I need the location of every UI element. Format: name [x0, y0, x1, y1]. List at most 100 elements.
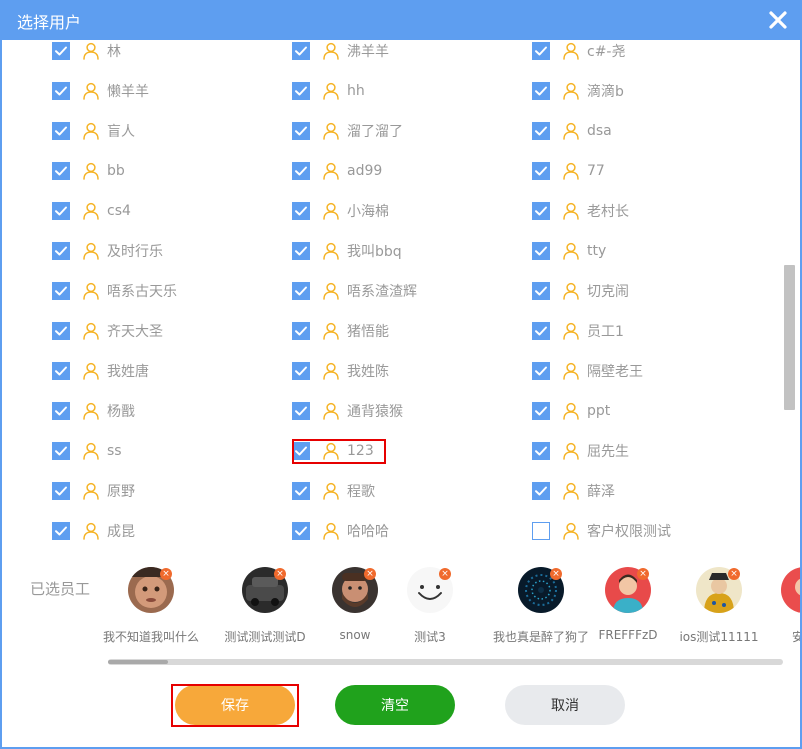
- user-item[interactable]: 林: [52, 40, 121, 63]
- user-checkbox[interactable]: [532, 82, 550, 100]
- user-item[interactable]: 我叫bbq: [292, 239, 402, 263]
- user-checkbox[interactable]: [52, 242, 70, 260]
- user-item[interactable]: 小海棉: [292, 199, 389, 223]
- user-checkbox[interactable]: [292, 122, 310, 140]
- vertical-scrollbar-thumb[interactable]: [784, 265, 795, 410]
- user-item[interactable]: dsa: [532, 119, 612, 143]
- user-name: 杨戬: [107, 404, 135, 420]
- user-checkbox[interactable]: [292, 282, 310, 300]
- user-item[interactable]: 我姓唐: [52, 359, 149, 383]
- clear-button[interactable]: 清空: [335, 685, 455, 725]
- user-checkbox[interactable]: [292, 42, 310, 60]
- user-checkbox[interactable]: [52, 522, 70, 540]
- user-checkbox[interactable]: [52, 162, 70, 180]
- user-checkbox[interactable]: [292, 162, 310, 180]
- user-name: 77: [587, 163, 605, 179]
- user-name: 老村长: [587, 204, 629, 220]
- user-name: ppt: [587, 403, 611, 419]
- user-checkbox[interactable]: [292, 482, 310, 500]
- user-checkbox[interactable]: [292, 322, 310, 340]
- user-item[interactable]: ss: [52, 439, 122, 463]
- user-checkbox[interactable]: [52, 402, 70, 420]
- user-item[interactable]: 杨戬: [52, 399, 135, 423]
- user-checkbox[interactable]: [532, 242, 550, 260]
- user-checkbox[interactable]: [532, 122, 550, 140]
- cancel-button[interactable]: 取消: [505, 685, 625, 725]
- user-item[interactable]: 及时行乐: [52, 239, 163, 263]
- close-icon[interactable]: [768, 10, 788, 30]
- user-icon: [562, 482, 580, 500]
- user-item[interactable]: 齐天大圣: [52, 319, 163, 343]
- user-item[interactable]: 成昆: [52, 519, 135, 540]
- user-item[interactable]: 滴滴b: [532, 79, 624, 103]
- user-checkbox[interactable]: [52, 482, 70, 500]
- user-checkbox[interactable]: [52, 362, 70, 380]
- user-item[interactable]: 溜了溜了: [292, 119, 403, 143]
- user-item[interactable]: ppt: [532, 399, 610, 423]
- user-checkbox[interactable]: [292, 442, 310, 460]
- user-checkbox[interactable]: [292, 522, 310, 540]
- user-item[interactable]: 盲人: [52, 119, 135, 143]
- user-checkbox[interactable]: [52, 282, 70, 300]
- user-checkbox[interactable]: [532, 482, 550, 500]
- user-item[interactable]: 123: [292, 439, 374, 463]
- user-icon: [322, 522, 340, 540]
- user-item[interactable]: tty: [532, 239, 606, 263]
- user-item[interactable]: ad99: [292, 159, 382, 183]
- user-checkbox[interactable]: [52, 82, 70, 100]
- user-item[interactable]: 员工1: [532, 319, 624, 343]
- user-name: 林: [107, 44, 121, 60]
- user-checkbox[interactable]: [292, 362, 310, 380]
- user-checkbox[interactable]: [52, 442, 70, 460]
- user-item[interactable]: 懒羊羊: [52, 79, 149, 103]
- user-item[interactable]: 我姓陈: [292, 359, 389, 383]
- user-item[interactable]: 唔系古天乐: [52, 279, 177, 303]
- user-item[interactable]: 老村长: [532, 199, 629, 223]
- user-item[interactable]: 程歌: [292, 479, 375, 503]
- user-item[interactable]: 哈哈哈: [292, 519, 389, 540]
- user-item[interactable]: bb: [52, 159, 125, 183]
- user-item[interactable]: hh: [292, 79, 365, 103]
- user-icon: [562, 522, 580, 540]
- user-name: 小海棉: [347, 204, 389, 220]
- user-checkbox[interactable]: [532, 282, 550, 300]
- user-checkbox[interactable]: [532, 362, 550, 380]
- user-checkbox[interactable]: [532, 402, 550, 420]
- user-item[interactable]: 隔壁老王: [532, 359, 643, 383]
- user-checkbox[interactable]: [52, 202, 70, 220]
- user-checkbox[interactable]: [532, 162, 550, 180]
- save-button[interactable]: 保存: [175, 685, 295, 725]
- user-item[interactable]: 屈先生: [532, 439, 629, 463]
- user-checkbox[interactable]: [292, 82, 310, 100]
- horizontal-scrollbar-thumb[interactable]: [108, 660, 168, 664]
- user-item[interactable]: 77: [532, 159, 605, 183]
- user-checkbox[interactable]: [52, 42, 70, 60]
- user-checkbox[interactable]: [532, 442, 550, 460]
- user-checkbox[interactable]: [532, 522, 550, 540]
- user-item[interactable]: 沸羊羊: [292, 40, 389, 63]
- user-item[interactable]: 猪悟能: [292, 319, 389, 343]
- user-item[interactable]: 唔系渣渣辉: [292, 279, 417, 303]
- user-item[interactable]: 客户权限测试: [532, 519, 671, 540]
- user-item[interactable]: c#-尧: [532, 40, 625, 63]
- user-item[interactable]: 薛泽: [532, 479, 615, 503]
- user-checkbox[interactable]: [292, 242, 310, 260]
- horizontal-scrollbar-track[interactable]: [108, 659, 783, 665]
- user-item[interactable]: 通背猿猴: [292, 399, 403, 423]
- user-checkbox[interactable]: [52, 122, 70, 140]
- user-checkbox[interactable]: [292, 402, 310, 420]
- user-checkbox[interactable]: [532, 42, 550, 60]
- user-item[interactable]: cs4: [52, 199, 131, 223]
- user-checkbox[interactable]: [532, 322, 550, 340]
- user-item[interactable]: 原野: [52, 479, 135, 503]
- user-checkbox[interactable]: [532, 202, 550, 220]
- user-item[interactable]: 切克闹: [532, 279, 629, 303]
- user-checkbox[interactable]: [292, 202, 310, 220]
- user-name: 及时行乐: [107, 244, 163, 260]
- user-icon: [562, 162, 580, 180]
- user-name: bb: [107, 163, 125, 179]
- dialog-title: 选择用户: [17, 13, 82, 32]
- user-name: cs4: [107, 203, 131, 219]
- user-checkbox[interactable]: [52, 322, 70, 340]
- user-name: ad99: [347, 163, 383, 179]
